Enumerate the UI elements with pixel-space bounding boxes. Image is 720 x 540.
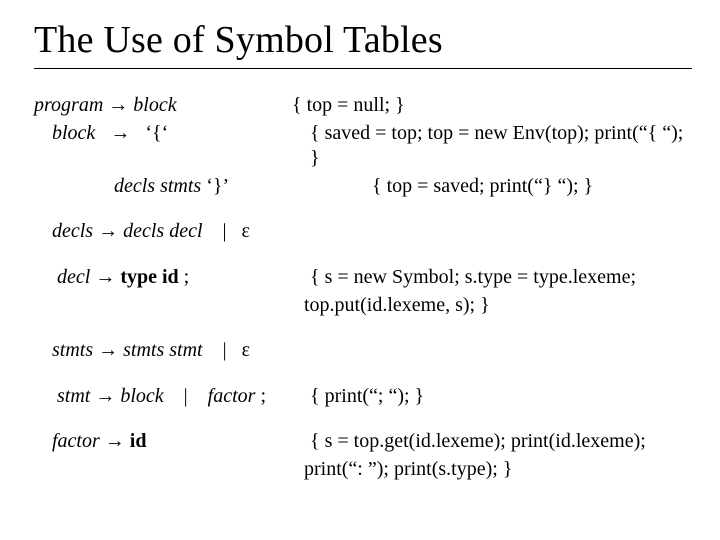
slide-title: The Use of Symbol Tables [34, 18, 692, 69]
rule-left: stmt → block | factor ; [34, 384, 302, 410]
rule-left: decls → decls decl | ε [34, 219, 302, 245]
rule-left: factor → id [34, 429, 302, 455]
slide: The Use of Symbol Tables program → block… [0, 0, 720, 540]
rhs: stmts stmt [123, 339, 202, 361]
bar: | [223, 339, 227, 361]
action: { top = saved; print(“} “); } [364, 174, 692, 200]
arrow: → [108, 94, 128, 116]
rhs2: factor [208, 385, 256, 407]
rule-stmt: stmt → block | factor ; { print(“; “); } [34, 384, 692, 410]
action-line1: { s = new Symbol; s.type = type.lexeme; [302, 265, 692, 291]
rule-left: stmts → stmts stmt | ε [34, 338, 302, 364]
lhs: block [52, 122, 95, 144]
arrow: → [105, 430, 125, 452]
grammar-content: program → block { top = null; } block → … [34, 93, 692, 483]
rhs-kw: type id [120, 266, 178, 288]
lhs: program [34, 94, 103, 116]
rule-factor-cont: print(“: ”); print(s.type); } [34, 457, 692, 483]
rule-left: program → block [34, 93, 284, 119]
rhs: ‘{‘ [145, 122, 168, 144]
lhs: stmts [52, 339, 93, 361]
action-line2: top.put(id.lexeme, s); } [284, 293, 692, 319]
lhs: stmt [57, 385, 90, 407]
rule-decls: decls → decls decl | ε [34, 219, 692, 245]
epsilon: ε [242, 220, 250, 242]
rule-stmts: stmts → stmts stmt | ε [34, 338, 692, 364]
action: { print(“; “); } [302, 384, 692, 410]
lhs: decls [52, 220, 93, 242]
rule-left: block → ‘{‘ [34, 121, 302, 147]
rhs1: block [120, 385, 163, 407]
rhs-tail: ; [179, 266, 190, 288]
arrow: → [95, 385, 115, 407]
rule-block-1: block → ‘{‘ { saved = top; top = new Env… [34, 121, 692, 172]
bar: | [184, 385, 188, 407]
action: { saved = top; top = new Env(top); print… [302, 121, 692, 172]
arrow: → [110, 122, 130, 144]
action-line1: { s = top.get(id.lexeme); print(id.lexem… [302, 429, 692, 455]
arrow: → [98, 220, 118, 242]
rule-decl: decl → type id ; { s = new Symbol; s.typ… [34, 265, 692, 291]
epsilon: ε [242, 339, 250, 361]
rule-left: decl → type id ; [34, 265, 302, 291]
rhs-kw: id [130, 430, 147, 452]
rhs-tail: ; [255, 385, 266, 407]
arrow: → [95, 266, 115, 288]
lhs: decl [57, 266, 90, 288]
rule-decl-cont: top.put(id.lexeme, s); } [34, 293, 692, 319]
action: { top = null; } [284, 93, 692, 119]
rule-program: program → block { top = null; } [34, 93, 692, 119]
rhs-tail: ‘}’ [201, 175, 229, 197]
rule-left: decls stmts ‘}’ [34, 174, 364, 200]
lhs: factor [52, 430, 100, 452]
rhs: block [133, 94, 176, 116]
rule-factor: factor → id { s = top.get(id.lexeme); pr… [34, 429, 692, 455]
action-line2: print(“: ”); print(s.type); } [284, 457, 692, 483]
rhs: decls decl [123, 220, 202, 242]
rule-block-2: decls stmts ‘}’ { top = saved; print(“} … [34, 174, 692, 200]
arrow: → [98, 339, 118, 361]
bar: | [223, 220, 227, 242]
rhs-pre: decls stmts [114, 175, 201, 197]
